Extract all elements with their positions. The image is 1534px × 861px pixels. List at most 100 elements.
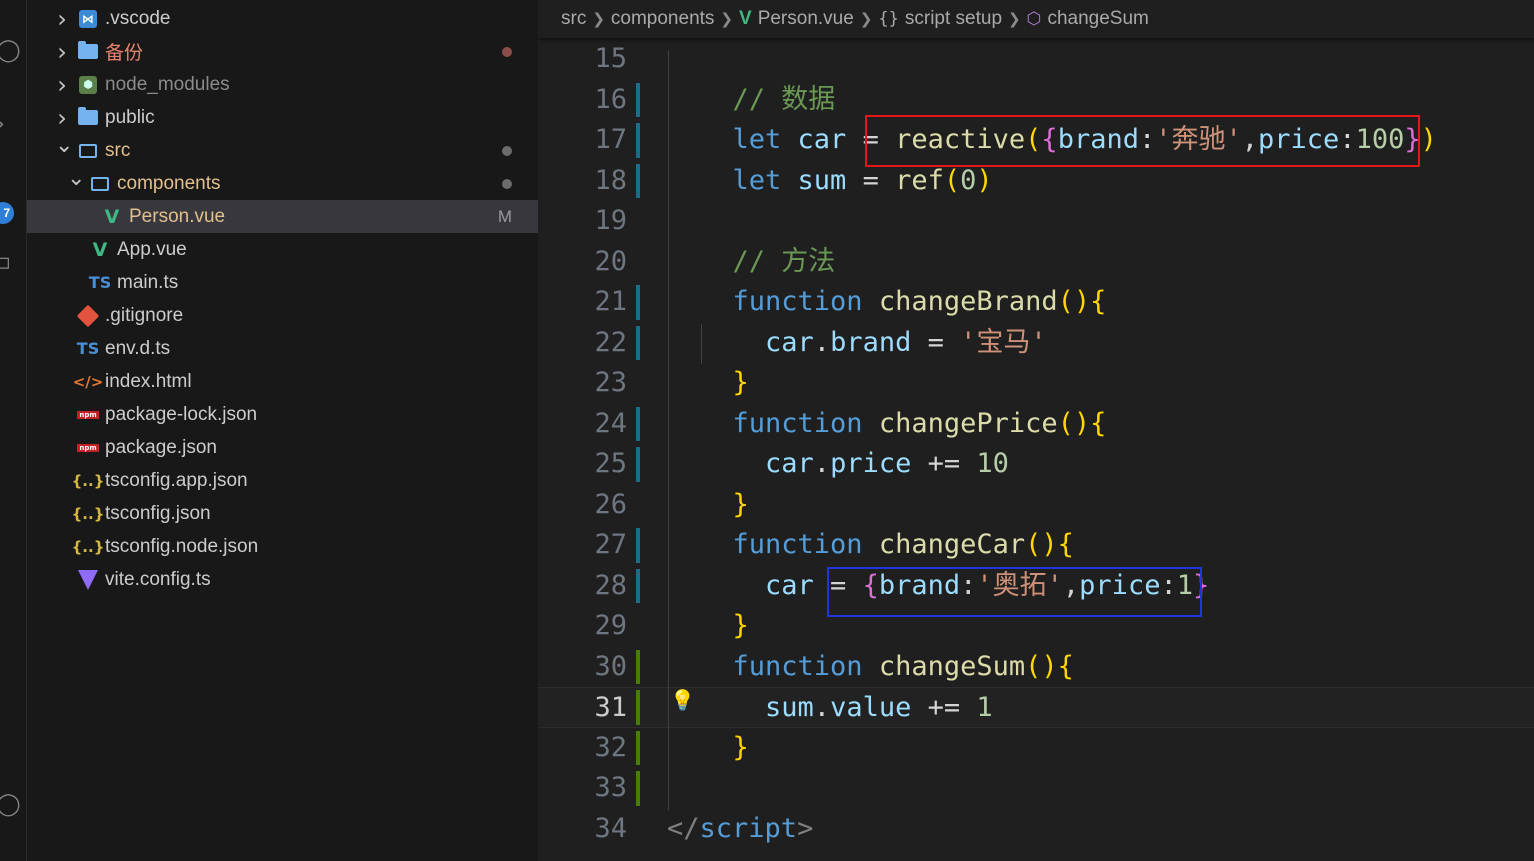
modified-dot [502,145,512,156]
git-modified-marker[interactable] [636,82,640,117]
tree-item[interactable]: V Person.vue M [27,200,538,233]
folder-icon [77,107,99,129]
cube-icon: ⬡ [1026,9,1042,29]
code-token: price [830,448,912,479]
git-modified-marker[interactable] [636,447,640,482]
tree-item[interactable]: ⌄ components [27,166,538,200]
chevron-down-icon[interactable]: ⌄ [67,166,85,191]
vue-icon: V [739,8,752,29]
code-line[interactable]: 30 function changeSum(){ [538,647,1534,688]
tree-item-label: .vscode [105,7,171,29]
tree-item[interactable]: npm package-lock.json [27,398,538,431]
lightbulb-icon[interactable]: 💡 [670,688,695,712]
braces-icon: {} [878,9,899,29]
code-line[interactable]: 16 // 数据 [538,80,1534,121]
code-line[interactable]: 15 [538,39,1534,80]
git-added-marker[interactable] [636,730,640,765]
code-token: ref [895,164,944,196]
chevron-right-icon[interactable]: › [55,5,69,33]
tree-item[interactable]: {..} tsconfig.json [27,497,538,530]
code-line[interactable]: 32 } [538,728,1534,769]
code-token: } [700,731,749,763]
tree-item-label: package-lock.json [105,403,258,425]
git-added-marker[interactable] [636,649,640,684]
tree-item-label: public [105,106,155,128]
code-token: . [813,326,831,358]
breadcrumb-file[interactable]: Person.vue [758,8,854,30]
tree-item-label: tsconfig.app.json [105,469,248,491]
tree-item[interactable]: {..} tsconfig.app.json [27,464,538,497]
git-modified-marker[interactable] [636,123,640,158]
code-token: ( [943,164,961,196]
git-modified-marker[interactable] [636,528,640,563]
code-token: '宝马' [960,326,1047,358]
breadcrumb-symbol[interactable]: changeSum [1047,8,1148,30]
code-line[interactable]: 20 // 方法 [538,242,1534,283]
tree-item[interactable]: npm package.json [27,431,538,464]
search-icon[interactable]: ◯ [0,38,21,63]
git-modified-marker[interactable] [636,325,640,360]
chevron-right-icon[interactable]: › [55,38,69,66]
code-text: car.brand = '宝马' [700,323,1047,364]
tree-item-label: index.html [105,370,192,392]
chevron-right-icon: ❯ [720,10,733,28]
breadcrumb-src[interactable]: src [561,8,586,30]
chevron-right-icon: ❯ [1008,10,1021,28]
breadcrumb-scope[interactable]: script setup [905,8,1002,30]
code-text: sum.value += 1 [700,688,993,729]
git-modified-marker[interactable] [636,568,640,603]
code-editor[interactable]: src ❯ components ❯ V Person.vue ❯ {} scr… [538,0,1534,861]
line-number: 32 [594,731,627,763]
code-text: function changeCar(){ [700,525,1074,566]
modified-dot [502,46,512,57]
vscode-icon: ⋈ [77,8,99,30]
tree-item-label: main.ts [117,271,179,293]
tree-item-label: components [117,172,221,194]
highlight-box-blue [827,567,1202,617]
code-line[interactable]: 22 car.brand = '宝马' [538,323,1534,364]
tree-item[interactable]: vite.config.ts [27,563,538,596]
git-modified-marker[interactable] [636,163,640,198]
code-line[interactable]: 23 } [538,363,1534,404]
tree-item[interactable]: TS main.ts [27,266,538,299]
line-number: 24 [594,407,627,439]
code-line[interactable]: 33 [538,768,1534,809]
typescript-icon: TS [76,339,100,358]
code-token: (){ [1025,650,1074,682]
code-token: changePrice [878,407,1058,439]
git-modified-marker[interactable] [636,406,640,441]
breadcrumb-components[interactable]: components [611,8,715,30]
git-added-marker[interactable] [636,771,640,806]
tree-item[interactable]: › 备份 [27,35,538,68]
code-line[interactable]: 27 function changeCar(){ [538,525,1534,566]
code-line[interactable]: 25 car.price += 10 [538,444,1534,485]
code-line[interactable]: 24 function changePrice(){ [538,404,1534,445]
run-debug-icon[interactable]: › [0,112,5,137]
code-line[interactable]: 21 function changeBrand(){ [538,282,1534,323]
tree-item[interactable]: </> index.html [27,365,538,398]
line-number: 23 [594,367,627,398]
chevron-right-icon[interactable]: › [55,104,69,132]
chevron-down-icon[interactable]: ⌄ [55,133,73,158]
code-line[interactable]: 34 </script> [538,809,1534,850]
code-line[interactable]: 19 [538,201,1534,242]
code-line[interactable]: 26 } [538,485,1534,526]
tree-item[interactable]: › ⬢ node_modules [27,68,538,101]
chevron-right-icon[interactable]: › [55,71,69,99]
tree-item-label: env.d.ts [105,337,171,359]
line-number: 16 [594,83,627,115]
folder-open-icon [89,173,111,195]
tree-item[interactable]: TS env.d.ts [27,332,538,365]
account-icon[interactable]: ◯ [0,792,21,817]
tree-item[interactable]: ⌄ src [27,133,538,167]
extensions-icon[interactable]: ▫ [0,250,11,275]
tree-item-label: .gitignore [105,304,184,326]
tree-item[interactable]: V App.vue [27,233,538,266]
tree-item[interactable]: › public [27,101,538,134]
git-modified-marker[interactable] [636,285,640,320]
tree-item[interactable]: .gitignore [27,299,538,332]
git-added-marker[interactable] [636,690,640,725]
code-token: (){ [1057,407,1107,439]
tree-item[interactable]: › ⋈ .vscode [27,2,538,35]
tree-item[interactable]: {..} tsconfig.node.json [27,530,538,563]
